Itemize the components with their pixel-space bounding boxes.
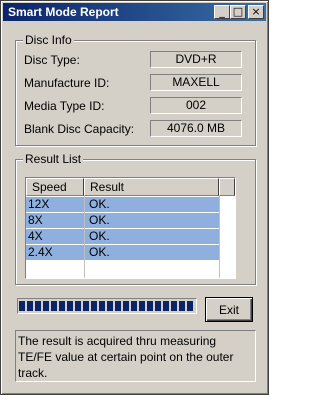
- manufacture-id-label: Manufacture ID:: [24, 76, 110, 90]
- speed-cell: 12X: [28, 197, 50, 211]
- disc-type-value: DVD+R: [150, 51, 242, 68]
- column-header-filler: [219, 178, 235, 196]
- media-type-id-value: 002: [150, 97, 242, 114]
- progress-fill: [19, 301, 195, 311]
- column-header-speed[interactable]: Speed: [26, 178, 84, 196]
- result-list-legend: Result List: [23, 152, 84, 166]
- table-row[interactable]: 12X OK.: [26, 197, 219, 212]
- empty-row[interactable]: [26, 261, 219, 276]
- speed-cell: 2.4X: [28, 245, 53, 259]
- smart-mode-report-window: Smart Mode Report _ □ × Disc Info Disc T…: [0, 0, 269, 395]
- table-row[interactable]: 4X OK.: [26, 229, 219, 244]
- manufacture-id-value: MAXELL: [150, 74, 242, 91]
- table-row[interactable]: 2.4X OK.: [26, 245, 219, 260]
- list-vertical-scroll-area[interactable]: [219, 196, 235, 278]
- result-description: The result is acquired thru measuring TE…: [15, 330, 256, 382]
- maximize-button[interactable]: □: [230, 5, 246, 19]
- disc-info-group: Disc Info Disc Type: DVD+R Manufacture I…: [15, 33, 256, 146]
- speed-cell: 8X: [28, 213, 43, 227]
- result-cell: OK.: [89, 245, 110, 259]
- list-header: Speed Result: [26, 178, 235, 196]
- close-button[interactable]: ×: [248, 5, 264, 19]
- media-type-id-label: Media Type ID:: [24, 99, 105, 113]
- result-list-view[interactable]: Speed Result 12X OK. 8X OK. 4X OK. 2.4X …: [25, 177, 236, 279]
- disc-info-legend: Disc Info: [23, 33, 74, 47]
- progress-bar: [17, 298, 197, 314]
- result-cell: OK.: [89, 197, 110, 211]
- blank-disc-capacity-value: 4076.0 MB: [150, 120, 242, 137]
- blank-disc-capacity-label: Blank Disc Capacity:: [24, 122, 135, 136]
- column-separator: [84, 196, 85, 278]
- speed-cell: 4X: [28, 229, 43, 243]
- window-title: Smart Mode Report: [8, 5, 119, 19]
- result-cell: OK.: [89, 213, 110, 227]
- result-cell: OK.: [89, 229, 110, 243]
- table-row[interactable]: 8X OK.: [26, 213, 219, 228]
- exit-button[interactable]: Exit: [205, 297, 253, 322]
- disc-type-label: Disc Type:: [24, 53, 80, 67]
- result-list-group: Result List Speed Result 12X OK. 8X OK. …: [15, 152, 256, 285]
- column-header-result[interactable]: Result: [84, 178, 219, 196]
- minimize-button[interactable]: _: [214, 5, 230, 19]
- title-bar[interactable]: Smart Mode Report _ □ ×: [3, 3, 266, 21]
